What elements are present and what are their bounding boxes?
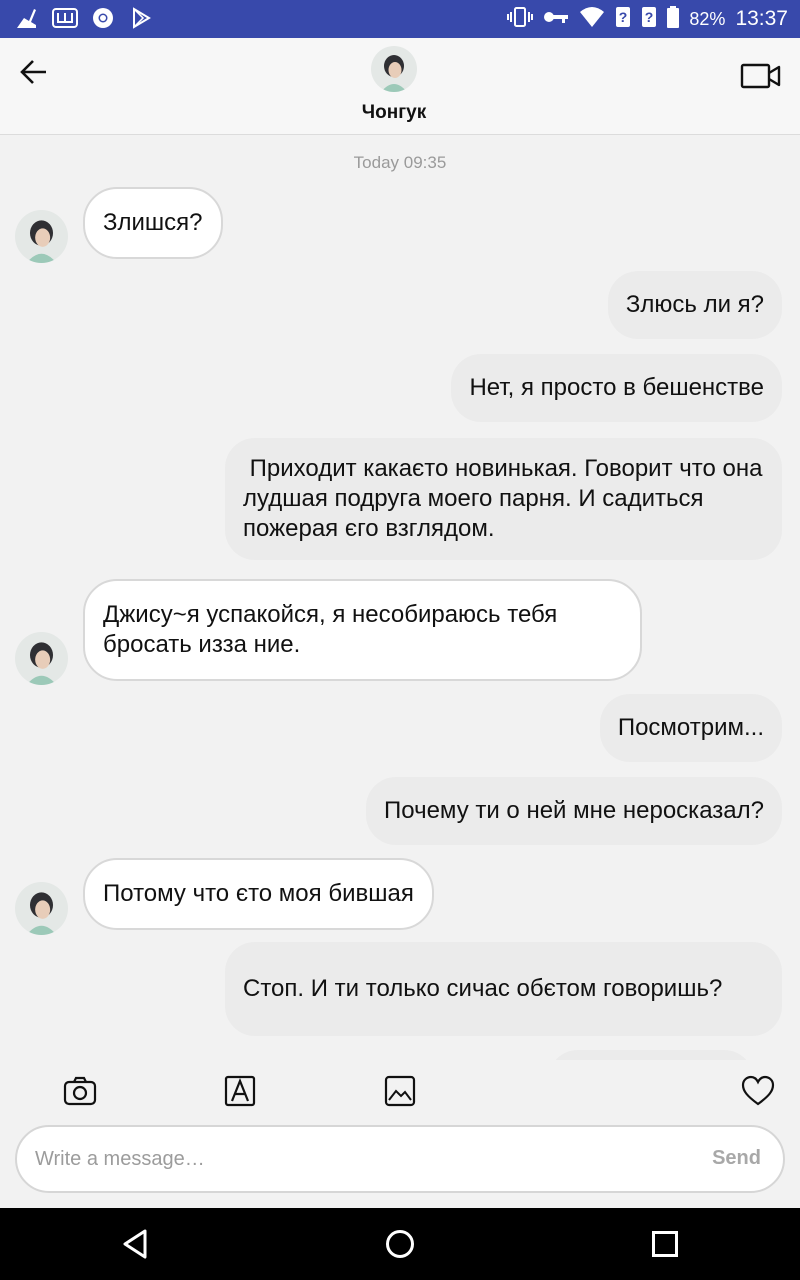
nav-back-button[interactable] xyxy=(118,1226,154,1262)
message-input[interactable] xyxy=(35,1141,675,1177)
battery-level: 82% xyxy=(689,8,726,29)
composer-toolbar xyxy=(0,1062,800,1118)
sticker-icon xyxy=(224,1075,256,1107)
camera-icon xyxy=(63,1076,97,1106)
system-nav-bar xyxy=(0,1208,800,1280)
message-text: Стоп. И ти только сичас обєтом говоришь? xyxy=(243,975,723,1002)
status-bar-right: ? ? 82% 13:37 xyxy=(507,0,788,38)
message-text: Злишся? xyxy=(103,209,203,236)
video-camera-icon xyxy=(740,63,781,89)
camera-button[interactable] xyxy=(63,1074,97,1108)
arrow-left-icon xyxy=(20,60,46,84)
outgoing-message[interactable]: Нет, я просто в бешенстве xyxy=(451,354,782,422)
triangle-back-icon xyxy=(123,1229,147,1259)
broom-icon xyxy=(14,6,40,30)
svg-text:?: ? xyxy=(619,9,628,25)
message-text: Нет, я просто в бешенстве xyxy=(469,374,764,401)
w-app-icon xyxy=(52,6,78,30)
play-store-icon xyxy=(128,6,154,30)
message-text: Почему ти о ней мне неросказал? xyxy=(384,797,764,824)
message-text: Потому что єто моя бившая xyxy=(103,880,414,907)
no-signal-icon: ? xyxy=(615,6,631,33)
send-button[interactable]: Send xyxy=(712,1147,761,1170)
sticker-button[interactable] xyxy=(223,1074,257,1108)
outgoing-message[interactable]: Злюсь ли я? xyxy=(607,271,782,339)
heart-icon xyxy=(741,1075,775,1106)
battery-icon xyxy=(667,5,680,33)
no-signal-icon: ? xyxy=(641,6,657,33)
image-icon xyxy=(384,1075,416,1107)
nav-recents-button[interactable] xyxy=(647,1226,683,1262)
message-text: Посмотрим... xyxy=(617,714,764,741)
message-composer: Send xyxy=(15,1125,785,1193)
chat-header: Чонгук xyxy=(0,38,800,135)
clock: 13:37 xyxy=(735,7,788,30)
incoming-message[interactable]: Злишся? xyxy=(83,187,223,259)
svg-text:?: ? xyxy=(645,9,654,25)
outgoing-message[interactable]: Почему ти о ней мне неросказал? xyxy=(366,777,782,845)
sender-avatar[interactable] xyxy=(15,210,68,263)
status-bar: ? ? 82% 13:37 xyxy=(0,0,800,38)
message-text: Джису~я успакойся, я несобираюсь тебя бр… xyxy=(103,601,558,658)
key-icon xyxy=(543,9,569,30)
vibrate-icon xyxy=(507,6,534,33)
outgoing-message[interactable]: Стоп. И ти только сичас обєтом говоришь? xyxy=(225,942,782,1036)
message-timestamp: Today 09:35 xyxy=(353,153,447,172)
outgoing-message[interactable]: Приходит какаєто новинькая. Говорит что … xyxy=(225,438,782,560)
video-call-button[interactable] xyxy=(740,60,782,92)
sender-avatar[interactable] xyxy=(15,882,68,935)
like-button[interactable] xyxy=(741,1074,775,1108)
contact-avatar[interactable] xyxy=(371,46,417,92)
wifi-icon xyxy=(579,6,605,33)
sender-avatar[interactable] xyxy=(15,632,68,685)
back-button[interactable] xyxy=(18,56,50,88)
outgoing-message[interactable]: Посмотрим... xyxy=(599,694,782,762)
incoming-message[interactable]: Джису~я успакойся, я несобираюсь тебя бр… xyxy=(83,579,642,681)
status-bar-left xyxy=(14,6,154,30)
nav-home-button[interactable] xyxy=(382,1226,418,1262)
message-list[interactable]: Today 09:35 Злишся? Злюсь ли я? Нет, я п… xyxy=(0,136,800,1060)
chrome-icon xyxy=(90,6,116,30)
contact-name: Чонгук xyxy=(361,102,427,123)
incoming-message[interactable]: Потому что єто моя бившая xyxy=(83,858,434,930)
outgoing-message-partial xyxy=(548,1050,754,1060)
message-text: Злюсь ли я? xyxy=(625,291,764,318)
message-text: Приходит какаєто новинькая. Говорит что … xyxy=(243,455,770,542)
square-recents-icon xyxy=(652,1231,678,1257)
gallery-button[interactable] xyxy=(383,1074,417,1108)
circle-home-icon xyxy=(386,1230,414,1258)
